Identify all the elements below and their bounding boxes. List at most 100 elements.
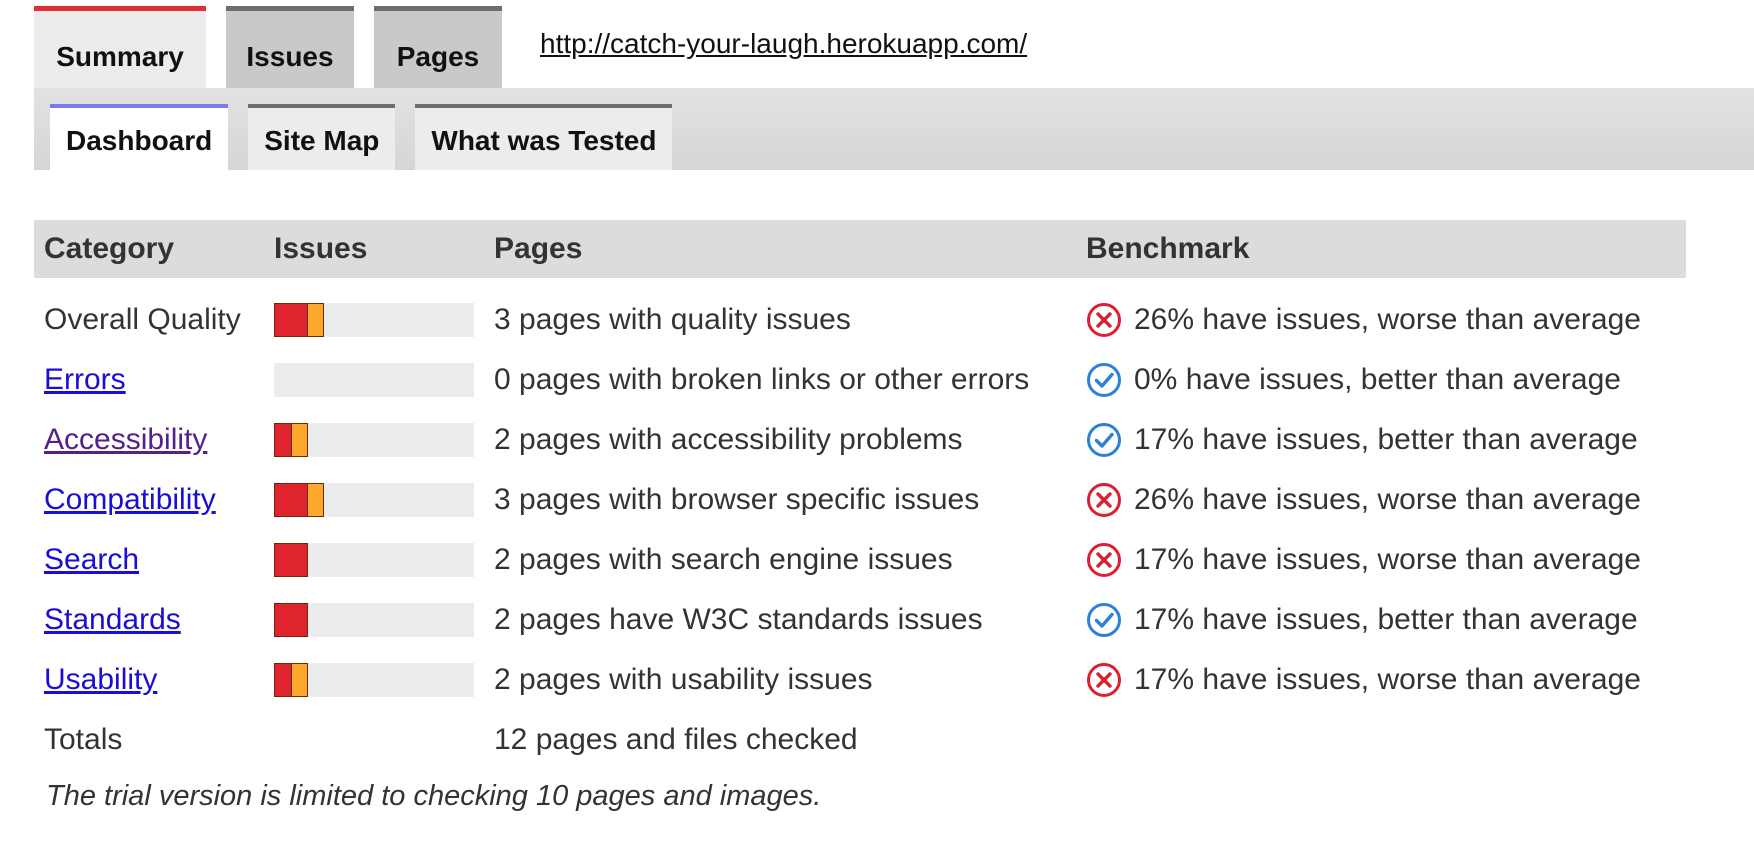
totals-label: Totals: [44, 723, 123, 756]
benchmark-text: 17% have issues, worse than average: [1134, 543, 1641, 576]
top-tab-bar: Summary Issues Pages: [34, 6, 522, 88]
benchmark-text: 17% have issues, better than average: [1134, 423, 1638, 456]
category-cell: Search: [34, 530, 264, 590]
category-link[interactable]: Compatibility: [44, 483, 216, 516]
table-body: Overall Quality 3 pages with quality issu…: [34, 278, 1686, 770]
issues-bar-orange-segment: [291, 423, 308, 457]
benchmark-cell: 0% have issues, better than average: [1076, 350, 1686, 410]
issues-bar-orange-segment: [307, 483, 324, 517]
benchmark-content: 17% have issues, better than average: [1086, 602, 1676, 638]
table-header-row: Category Issues Pages Benchmark: [34, 220, 1686, 278]
pages-cell: 3 pages with quality issues: [494, 303, 851, 336]
benchmark-content: 26% have issues, worse than average: [1086, 482, 1676, 518]
table-row: Search 2 pages with search engine issues 1…: [34, 530, 1686, 590]
pages-cell: 2 pages have W3C standards issues: [494, 603, 983, 636]
pages-cell: 2 pages with search engine issues: [494, 543, 953, 576]
issues-bar: [274, 483, 474, 517]
category-link[interactable]: Accessibility: [44, 423, 207, 456]
tab-dashboard[interactable]: Dashboard: [50, 104, 229, 170]
benchmark-cell: 26% have issues, worse than average: [1076, 278, 1686, 350]
tab-site-map[interactable]: Site Map: [248, 104, 396, 170]
issues-cell: [264, 470, 484, 530]
tab-summary[interactable]: Summary: [34, 6, 206, 88]
issues-cell: [264, 410, 484, 470]
issues-bar: [274, 543, 474, 577]
header-category: Category: [34, 220, 264, 278]
issues-bar-orange-segment: [291, 663, 308, 697]
dashboard-table: Category Issues Pages Benchmark Overall …: [34, 220, 1686, 770]
issues-bar-red-segment: [274, 423, 292, 457]
table-row: Errors 0 pages with broken links or other…: [34, 350, 1686, 410]
benchmark-cell: 17% have issues, better than average: [1076, 410, 1686, 470]
issues-bar: [274, 603, 474, 637]
benchmark-text: 17% have issues, better than average: [1134, 603, 1638, 636]
x-circle-icon: [1087, 303, 1121, 337]
category-link[interactable]: Errors: [44, 363, 126, 396]
totals-benchmark-empty: [1076, 710, 1686, 770]
tab-what-was-tested[interactable]: What was Tested: [415, 104, 673, 170]
totals-pages-text: 12 pages and files checked: [494, 723, 858, 756]
category-cell: Usability: [34, 650, 264, 710]
benchmark-content: 17% have issues, better than average: [1086, 422, 1676, 458]
x-circle-icon: [1087, 663, 1121, 697]
pages-cell: 2 pages with accessibility problems: [494, 423, 963, 456]
issues-bar-red-segment: [274, 303, 308, 337]
issues-bar: [274, 663, 474, 697]
site-url-link[interactable]: http://catch-your-laugh.herokuapp.com/: [540, 28, 1027, 60]
table-row: Accessibility 2 pages with accessibility …: [34, 410, 1686, 470]
benchmark-content: 17% have issues, worse than average: [1086, 542, 1676, 578]
check-circle-icon: [1087, 363, 1121, 397]
table-row: Usability 2 pages with usability issues 17…: [34, 650, 1686, 710]
issues-cell: [264, 278, 484, 350]
benchmark-cell: 17% have issues, better than average: [1076, 590, 1686, 650]
benchmark-content: 0% have issues, better than average: [1086, 362, 1676, 398]
sub-tab-bar: Dashboard Site Map What was Tested: [50, 104, 692, 170]
issues-cell: [264, 590, 484, 650]
category-cell: Standards: [34, 590, 264, 650]
issues-bar-red-segment: [274, 663, 292, 697]
category-label: Overall Quality: [44, 303, 241, 336]
x-circle-icon: [1087, 483, 1121, 517]
category-link[interactable]: Standards: [44, 603, 181, 636]
issues-cell: [264, 530, 484, 590]
benchmark-text: 26% have issues, worse than average: [1134, 303, 1641, 336]
check-circle-icon: [1087, 603, 1121, 637]
category-cell: Errors: [34, 350, 264, 410]
pages-cell: 0 pages with broken links or other error…: [494, 363, 1030, 396]
issues-bar-red-segment: [274, 603, 308, 637]
benchmark-cell: 17% have issues, worse than average: [1076, 530, 1686, 590]
totals-row: Totals 12 pages and files checked: [34, 710, 1686, 770]
benchmark-text: 0% have issues, better than average: [1134, 363, 1621, 396]
issues-cell: [264, 350, 484, 410]
header-issues: Issues: [264, 220, 484, 278]
tab-issues[interactable]: Issues: [226, 6, 354, 88]
benchmark-text: 17% have issues, worse than average: [1134, 663, 1641, 696]
issues-cell: [264, 650, 484, 710]
pages-cell: 2 pages with usability issues: [494, 663, 873, 696]
benchmark-cell: 26% have issues, worse than average: [1076, 470, 1686, 530]
category-cell: Compatibility: [34, 470, 264, 530]
category-link[interactable]: Usability: [44, 663, 157, 696]
pages-cell: 3 pages with browser specific issues: [494, 483, 980, 516]
header-pages: Pages: [484, 220, 1076, 278]
issues-bar-orange-segment: [307, 303, 324, 337]
benchmark-content: 26% have issues, worse than average: [1086, 302, 1676, 338]
table-row: Compatibility 3 pages with browser specif…: [34, 470, 1686, 530]
category-link[interactable]: Search: [44, 543, 139, 576]
category-cell: Accessibility: [34, 410, 264, 470]
issues-bar-red-segment: [274, 483, 308, 517]
issues-bar-red-segment: [274, 543, 308, 577]
table-row: Overall Quality 3 pages with quality issu…: [34, 278, 1686, 350]
benchmark-text: 26% have issues, worse than average: [1134, 483, 1641, 516]
issues-bar: [274, 423, 474, 457]
tab-pages[interactable]: Pages: [374, 6, 502, 88]
header-benchmark: Benchmark: [1076, 220, 1686, 278]
totals-issues-empty: [264, 710, 484, 770]
check-circle-icon: [1087, 423, 1121, 457]
benchmark-cell: 17% have issues, worse than average: [1076, 650, 1686, 710]
issues-bar: [274, 363, 474, 397]
issues-bar: [274, 303, 474, 337]
category-cell: Overall Quality: [34, 278, 264, 350]
trial-note: The trial version is limited to checking…: [46, 780, 822, 812]
x-circle-icon: [1087, 543, 1121, 577]
